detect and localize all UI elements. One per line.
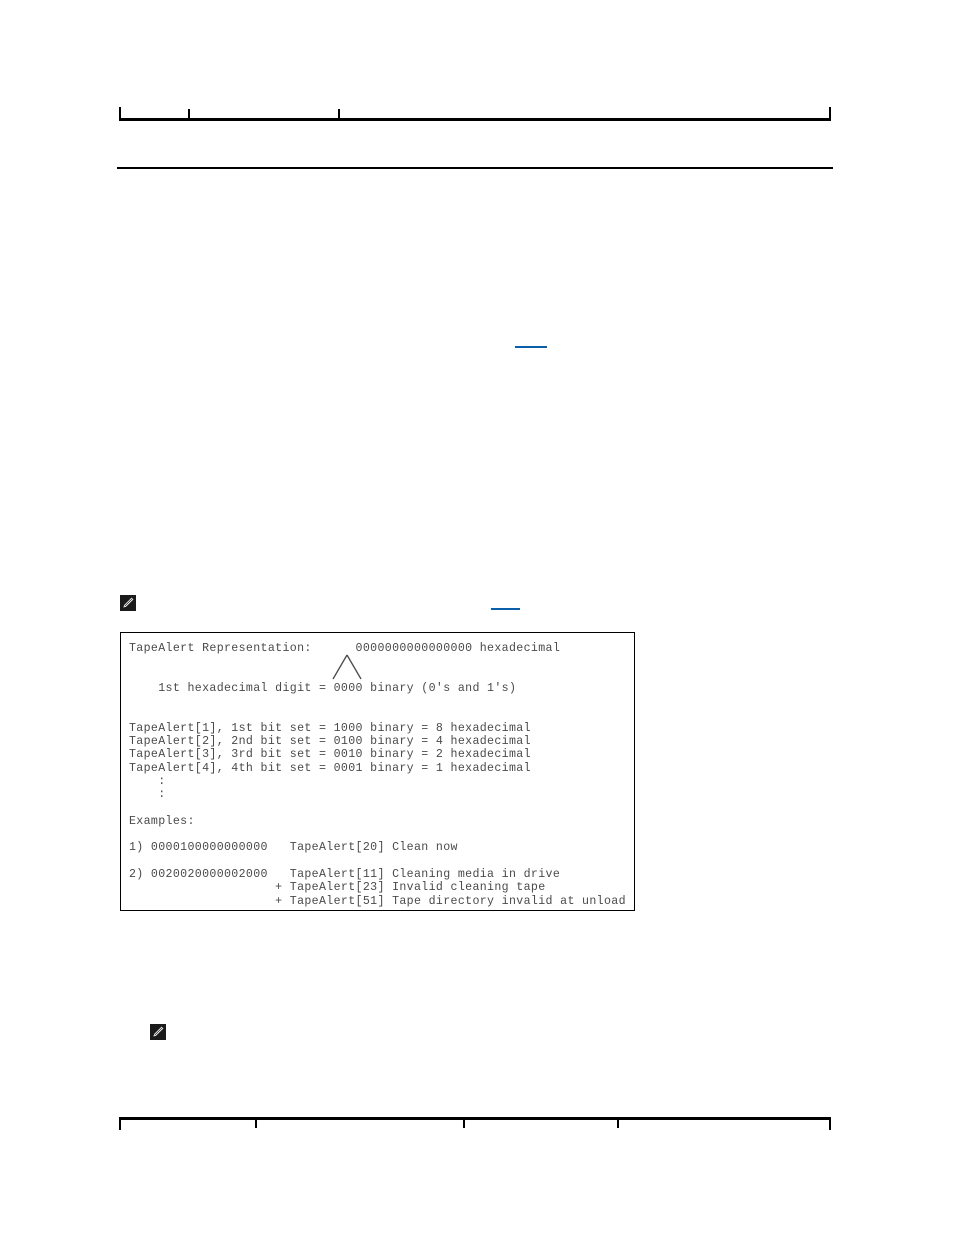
note-pencil-icon bbox=[120, 595, 136, 611]
footer-tick-2 bbox=[463, 1117, 465, 1128]
footer-tick-3 bbox=[617, 1117, 619, 1128]
header-tick-2 bbox=[338, 109, 340, 121]
footer-tick-1 bbox=[255, 1117, 257, 1128]
footer-table-rule bbox=[119, 1117, 831, 1130]
header-table-rule bbox=[119, 107, 831, 121]
footer-tick-4 bbox=[829, 1117, 831, 1130]
inline-cross-reference-link-1[interactable] bbox=[515, 334, 547, 348]
header-tick-3 bbox=[829, 107, 831, 121]
header-tick-1 bbox=[188, 109, 190, 121]
section-divider-rule bbox=[117, 167, 833, 169]
document-page: TapeAlert Representation: 00000000000000… bbox=[0, 0, 954, 1235]
note-pencil-icon bbox=[150, 1024, 166, 1040]
header-tick-0 bbox=[119, 107, 121, 121]
tapealert-representation-figure: TapeAlert Representation: 00000000000000… bbox=[120, 632, 635, 911]
inline-cross-reference-link-2[interactable] bbox=[491, 596, 520, 610]
footer-tick-0 bbox=[119, 1117, 121, 1130]
tapealert-figure-text: TapeAlert Representation: 00000000000000… bbox=[129, 642, 626, 908]
